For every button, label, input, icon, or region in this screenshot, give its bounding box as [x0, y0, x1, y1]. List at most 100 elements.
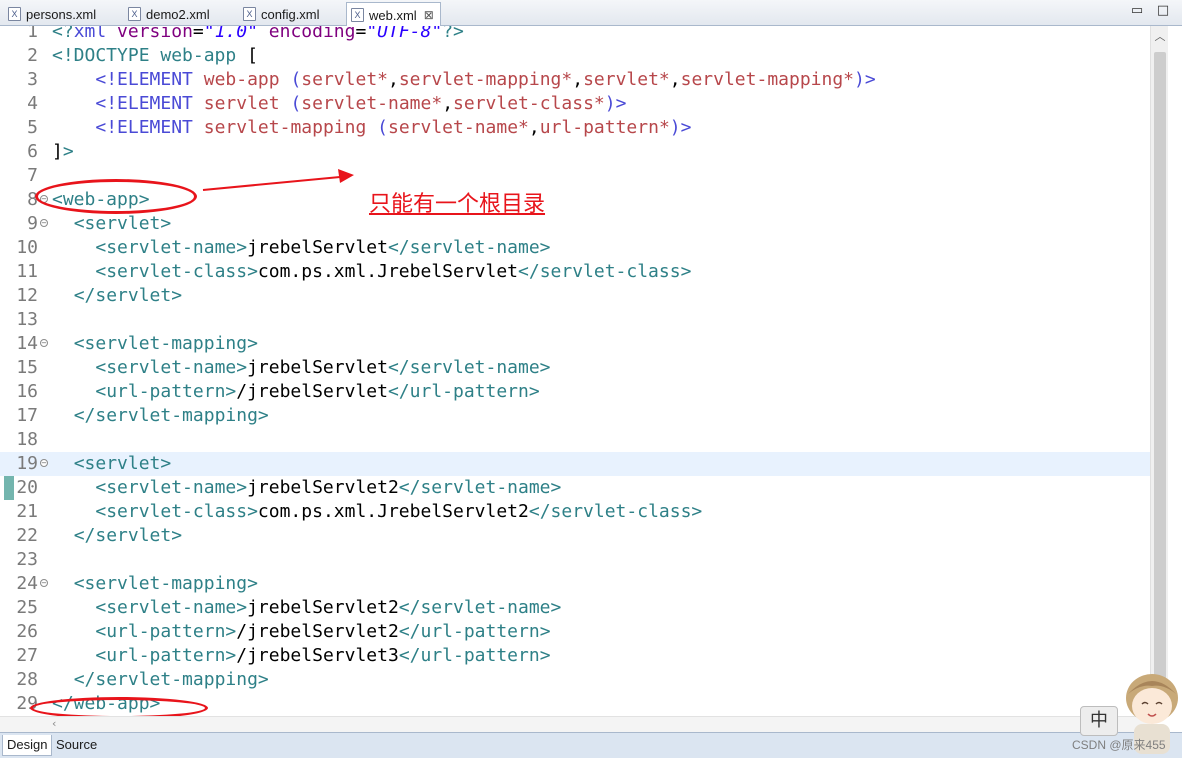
- code-line[interactable]: 3 <!ELEMENT web-app (servlet*,servlet-ma…: [0, 68, 1150, 92]
- code-token: <servlet-name>: [95, 597, 248, 618]
- code-text: ]>: [52, 140, 74, 164]
- code-line[interactable]: 12 </servlet>: [0, 284, 1150, 308]
- code-token: </servlet-class>: [528, 501, 703, 522]
- line-number: 3: [27, 69, 38, 90]
- ime-indicator[interactable]: 中: [1080, 706, 1118, 736]
- tab-source[interactable]: Source: [52, 735, 101, 756]
- code-line[interactable]: 8− <web-app>: [0, 188, 1150, 212]
- code-line[interactable]: 27 <url-pattern>/jrebelServlet3</url-pat…: [0, 644, 1150, 668]
- code-line[interactable]: 4 <!ELEMENT servlet (servlet-name*,servl…: [0, 92, 1150, 116]
- code-token: <url-pattern>: [95, 381, 237, 402]
- tab-label: persons.xml: [26, 6, 97, 22]
- scroll-left-icon[interactable]: ‹: [52, 717, 56, 730]
- line-number: 17: [16, 405, 38, 426]
- line-number: 28: [16, 669, 38, 690]
- code-text: <servlet-mapping>: [52, 332, 258, 356]
- code-text: <servlet-name>jrebelServlet</servlet-nam…: [52, 236, 550, 260]
- line-number: 21: [16, 501, 38, 522]
- line-number: 9: [27, 213, 38, 234]
- tab-demo2-xml[interactable]: X demo2.xml: [124, 2, 234, 26]
- code-line[interactable]: 14− <servlet-mapping>: [0, 332, 1150, 356]
- code-token: )>: [669, 117, 692, 138]
- code-token: <servlet-mapping>: [73, 333, 258, 354]
- code-token: [: [236, 45, 258, 66]
- code-line[interactable]: 9− <servlet>: [0, 212, 1150, 236]
- tab-design[interactable]: Design: [2, 735, 53, 756]
- code-token: </servlet-mapping>: [73, 669, 269, 690]
- code-token: servlet-name*: [301, 93, 443, 114]
- horizontal-scrollbar[interactable]: ‹: [0, 716, 1150, 732]
- scroll-up-icon[interactable]: ︿: [1151, 28, 1169, 46]
- xml-file-icon: X: [243, 7, 256, 21]
- line-number: 19: [16, 453, 38, 474]
- code-line[interactable]: 18: [0, 428, 1150, 452]
- code-line[interactable]: 10 <servlet-name>jrebelServlet</servlet-…: [0, 236, 1150, 260]
- code-text: <servlet-mapping>: [52, 572, 258, 596]
- code-line[interactable]: 7: [0, 164, 1150, 188]
- code-token: </url-pattern>: [387, 381, 540, 402]
- code-line[interactable]: 2 <!DOCTYPE web-app [: [0, 44, 1150, 68]
- code-line[interactable]: 25 <servlet-name>jrebelServlet2</servlet…: [0, 596, 1150, 620]
- vertical-scrollbar[interactable]: ︿: [1150, 26, 1168, 716]
- tab-label: web.xml: [369, 7, 417, 23]
- code-line[interactable]: 24− <servlet-mapping>: [0, 572, 1150, 596]
- line-number: 6: [27, 141, 38, 162]
- code-token: ?>: [442, 26, 464, 42]
- code-token: <servlet-name>: [95, 357, 248, 378]
- annotation-note: 只能有一个根目录: [369, 192, 546, 217]
- close-tab-icon[interactable]: ⊠: [424, 8, 434, 22]
- line-number: 15: [16, 357, 38, 378]
- line-number: 27: [16, 645, 38, 666]
- code-line[interactable]: 11 <servlet-class>com.ps.xml.JrebelServl…: [0, 260, 1150, 284]
- code-text: </servlet-mapping>: [52, 668, 269, 692]
- code-line[interactable]: 20 <servlet-name>jrebelServlet2</servlet…: [0, 476, 1150, 500]
- code-token: <servlet-class>: [95, 261, 258, 282]
- code-line[interactable]: 19− <servlet>: [0, 452, 1150, 476]
- scroll-thumb[interactable]: [1154, 52, 1166, 714]
- code-line[interactable]: 17 </servlet-mapping>: [0, 404, 1150, 428]
- fold-collapse-icon[interactable]: −: [40, 195, 48, 203]
- minimize-icon[interactable]: ▭: [1130, 4, 1144, 18]
- code-line[interactable]: 15 <servlet-name>jrebelServlet</servlet-…: [0, 356, 1150, 380]
- code-token: /jrebelServlet2: [236, 621, 399, 642]
- code-line[interactable]: 23: [0, 548, 1150, 572]
- code-line[interactable]: 21 <servlet-class>com.ps.xml.JrebelServl…: [0, 500, 1150, 524]
- code-line[interactable]: 5 <!ELEMENT servlet-mapping (servlet-nam…: [0, 116, 1150, 140]
- editor-mode-tabs: Design Source: [0, 732, 1182, 758]
- code-token: servlet*: [301, 69, 388, 90]
- code-line[interactable]: 28 </servlet-mapping>: [0, 668, 1150, 692]
- code-line[interactable]: 22 </servlet>: [0, 524, 1150, 548]
- code-line[interactable]: 26 <url-pattern>/jrebelServlet2</url-pat…: [0, 620, 1150, 644]
- code-line[interactable]: 29 </web-app>: [0, 692, 1150, 716]
- xml-file-icon: X: [351, 8, 364, 22]
- code-line[interactable]: 6 ]>: [0, 140, 1150, 164]
- fold-collapse-icon[interactable]: −: [40, 459, 48, 467]
- tab-web-xml[interactable]: X web.xml ⊠: [346, 2, 441, 27]
- xml-source-editor[interactable]: 1 <?xml version="1.0" encoding="UTF-8"?> 2…: [0, 26, 1150, 716]
- code-token: </servlet-class>: [518, 261, 692, 282]
- tab-persons-xml[interactable]: X persons.xml: [4, 2, 116, 26]
- tab-config-xml[interactable]: X config.xml: [239, 2, 344, 26]
- fold-collapse-icon[interactable]: −: [40, 579, 48, 587]
- fold-collapse-icon[interactable]: −: [40, 339, 48, 347]
- code-text: <!ELEMENT servlet-mapping (servlet-name*…: [52, 116, 691, 140]
- code-token: (: [290, 93, 302, 114]
- fold-collapse-icon[interactable]: −: [40, 219, 48, 227]
- code-token: com.ps.xml.JrebelServlet: [257, 261, 519, 282]
- code-line[interactable]: 13: [0, 308, 1150, 332]
- code-line[interactable]: 16 <url-pattern>/jrebelServlet</url-patt…: [0, 380, 1150, 404]
- code-token: </servlet-mapping>: [73, 405, 269, 426]
- code-text: <url-pattern>/jrebelServlet</url-pattern…: [52, 380, 540, 404]
- code-line[interactable]: 1 <?xml version="1.0" encoding="UTF-8"?>: [0, 26, 1150, 44]
- code-token: </servlet-name>: [398, 477, 562, 498]
- code-token: <web-app>: [52, 189, 150, 210]
- maximize-icon[interactable]: □: [1156, 4, 1170, 18]
- code-token: version: [117, 26, 193, 42]
- code-text: <url-pattern>/jrebelServlet2</url-patter…: [52, 620, 550, 644]
